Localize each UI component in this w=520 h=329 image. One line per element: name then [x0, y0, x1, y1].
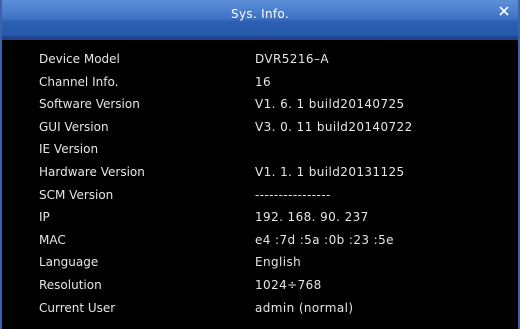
close-icon	[499, 6, 509, 16]
info-row-device-model: Device Model DVR5216–A	[2, 49, 518, 72]
info-value: DVR5216–A	[255, 52, 329, 66]
info-row-mac: MAC e4 :7d :5a :0b :23 :5e	[2, 230, 518, 253]
info-row-hardware-version: Hardware Version V1. 1. 1 build20131125	[2, 162, 518, 185]
info-row-channel-info: Channel Info. 16	[2, 72, 518, 95]
info-value: 1024÷768	[255, 277, 322, 292]
info-label: GUI Version	[39, 119, 109, 134]
info-label: Hardware Version	[39, 164, 145, 179]
info-row-current-user: Current User admin (normal)	[2, 298, 518, 321]
info-label: IP	[39, 210, 50, 225]
window-title: Sys. Info.	[231, 7, 289, 21]
info-label: Resolution	[39, 277, 102, 292]
info-row-language: Language English	[2, 252, 518, 275]
info-row-ip: IP 192. 168. 90. 237	[2, 207, 518, 230]
info-value: 16	[255, 74, 272, 89]
info-row-ie-version: IE Version	[2, 139, 518, 162]
info-row-resolution: Resolution 1024÷768	[2, 275, 518, 298]
info-label: Current User	[39, 300, 116, 315]
sys-info-window: Sys. Info. Device Model DVR5216–A Channe…	[0, 0, 520, 329]
info-value: V3. 0. 11 build20140722	[255, 119, 413, 134]
info-label: Device Model	[39, 52, 120, 66]
info-value: English	[255, 255, 302, 270]
close-button[interactable]	[496, 3, 512, 19]
info-row-scm-version: SCM Version ----------------	[2, 185, 518, 208]
info-label: Channel Info.	[39, 74, 119, 89]
info-label: IE Version	[39, 142, 99, 157]
info-value: 192. 168. 90. 237	[255, 210, 369, 225]
info-value: admin (normal)	[255, 300, 354, 315]
info-row-software-version: Software Version V1. 6. 1 build20140725	[2, 94, 518, 117]
title-bar: Sys. Info.	[2, 0, 518, 40]
info-label: Language	[39, 255, 99, 270]
info-value: V1. 6. 1 build20140725	[255, 97, 405, 112]
info-label: MAC	[39, 232, 66, 247]
info-label: SCM Version	[39, 187, 114, 202]
info-label: Software Version	[39, 97, 140, 112]
info-value: V1. 1. 1 build20131125	[255, 164, 405, 179]
info-list: Device Model DVR5216–A Channel Info. 16 …	[2, 49, 518, 320]
info-value: ----------------	[255, 187, 331, 202]
title-bar-divider	[2, 36, 518, 40]
info-row-gui-version: GUI Version V3. 0. 11 build20140722	[2, 117, 518, 140]
info-value: e4 :7d :5a :0b :23 :5e	[255, 232, 394, 247]
